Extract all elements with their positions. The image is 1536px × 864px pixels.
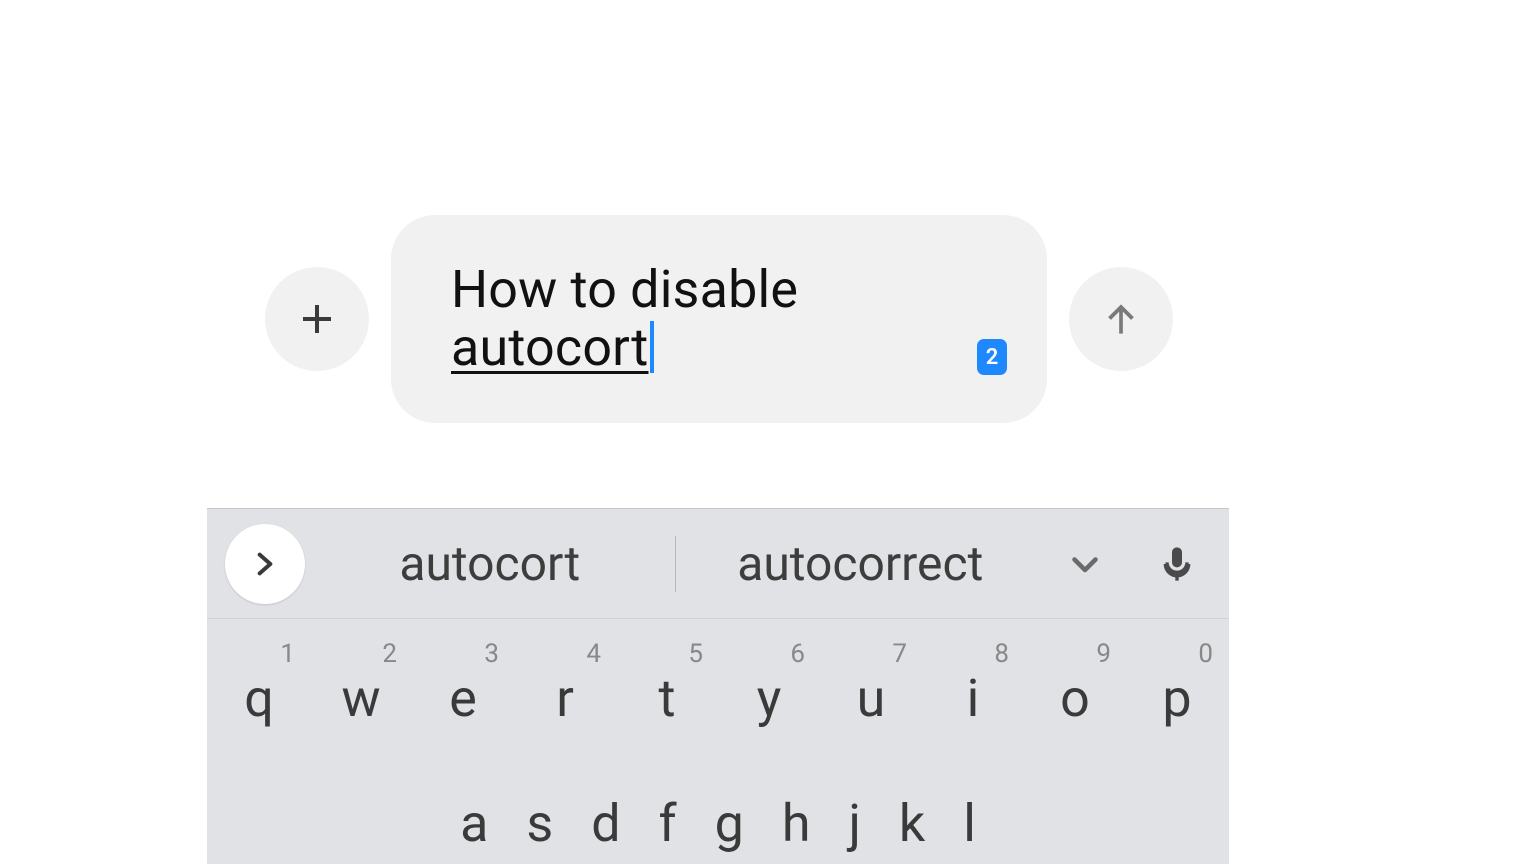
send-button[interactable] <box>1069 267 1173 371</box>
key-p[interactable]: 0p <box>1127 633 1227 763</box>
add-attachment-button[interactable] <box>265 267 369 371</box>
key-i[interactable]: 8i <box>923 633 1023 763</box>
suggestion-2[interactable]: autocorrect <box>676 535 1046 592</box>
message-text-underlined: autocort <box>451 317 649 378</box>
key-f[interactable]: f <box>659 793 677 854</box>
voice-input-button[interactable] <box>1137 524 1217 604</box>
suggestion-1[interactable]: autocort <box>305 535 675 592</box>
key-d[interactable]: d <box>591 793 620 854</box>
key-e[interactable]: 3e <box>413 633 513 763</box>
key-q[interactable]: 1q <box>209 633 309 763</box>
key-y[interactable]: 6y <box>719 633 819 763</box>
key-w[interactable]: 2w <box>311 633 411 763</box>
key-k[interactable]: k <box>899 793 925 854</box>
key-l[interactable]: l <box>963 793 976 854</box>
message-input[interactable]: How to disable autocort 2 <box>391 215 1047 423</box>
arrow-up-icon <box>1099 297 1143 341</box>
suggestion-more-button[interactable] <box>1045 524 1125 604</box>
microphone-icon <box>1157 544 1197 584</box>
keyboard-row-2: a s d f g h j k l <box>207 763 1229 854</box>
plus-icon <box>293 295 341 343</box>
key-h[interactable]: h <box>782 793 811 854</box>
chevron-down-icon <box>1067 546 1103 582</box>
chevron-right-icon <box>249 548 281 580</box>
keyboard-row-1: 1q 2w 3e 4r 5t 6y 7u 8i 9o 0p <box>207 619 1229 763</box>
key-s[interactable]: s <box>526 793 553 854</box>
compose-row: How to disable autocort 2 <box>265 215 1173 423</box>
expand-toolbar-button[interactable] <box>225 524 305 604</box>
suggestion-bar: autocort autocorrect <box>207 509 1229 619</box>
key-u[interactable]: 7u <box>821 633 921 763</box>
keyboard: autocort autocorrect 1q 2w 3e 4r 5t 6y 7… <box>207 508 1229 864</box>
key-a[interactable]: a <box>460 793 488 854</box>
key-t[interactable]: 5t <box>617 633 717 763</box>
key-o[interactable]: 9o <box>1025 633 1125 763</box>
key-g[interactable]: g <box>715 793 744 854</box>
key-r[interactable]: 4r <box>515 633 615 763</box>
message-text: How to disable autocort <box>451 261 957 377</box>
text-cursor <box>650 321 654 373</box>
sim-badge[interactable]: 2 <box>977 339 1007 375</box>
message-text-plain: How to disable <box>451 259 798 320</box>
key-j[interactable]: j <box>848 793 860 854</box>
